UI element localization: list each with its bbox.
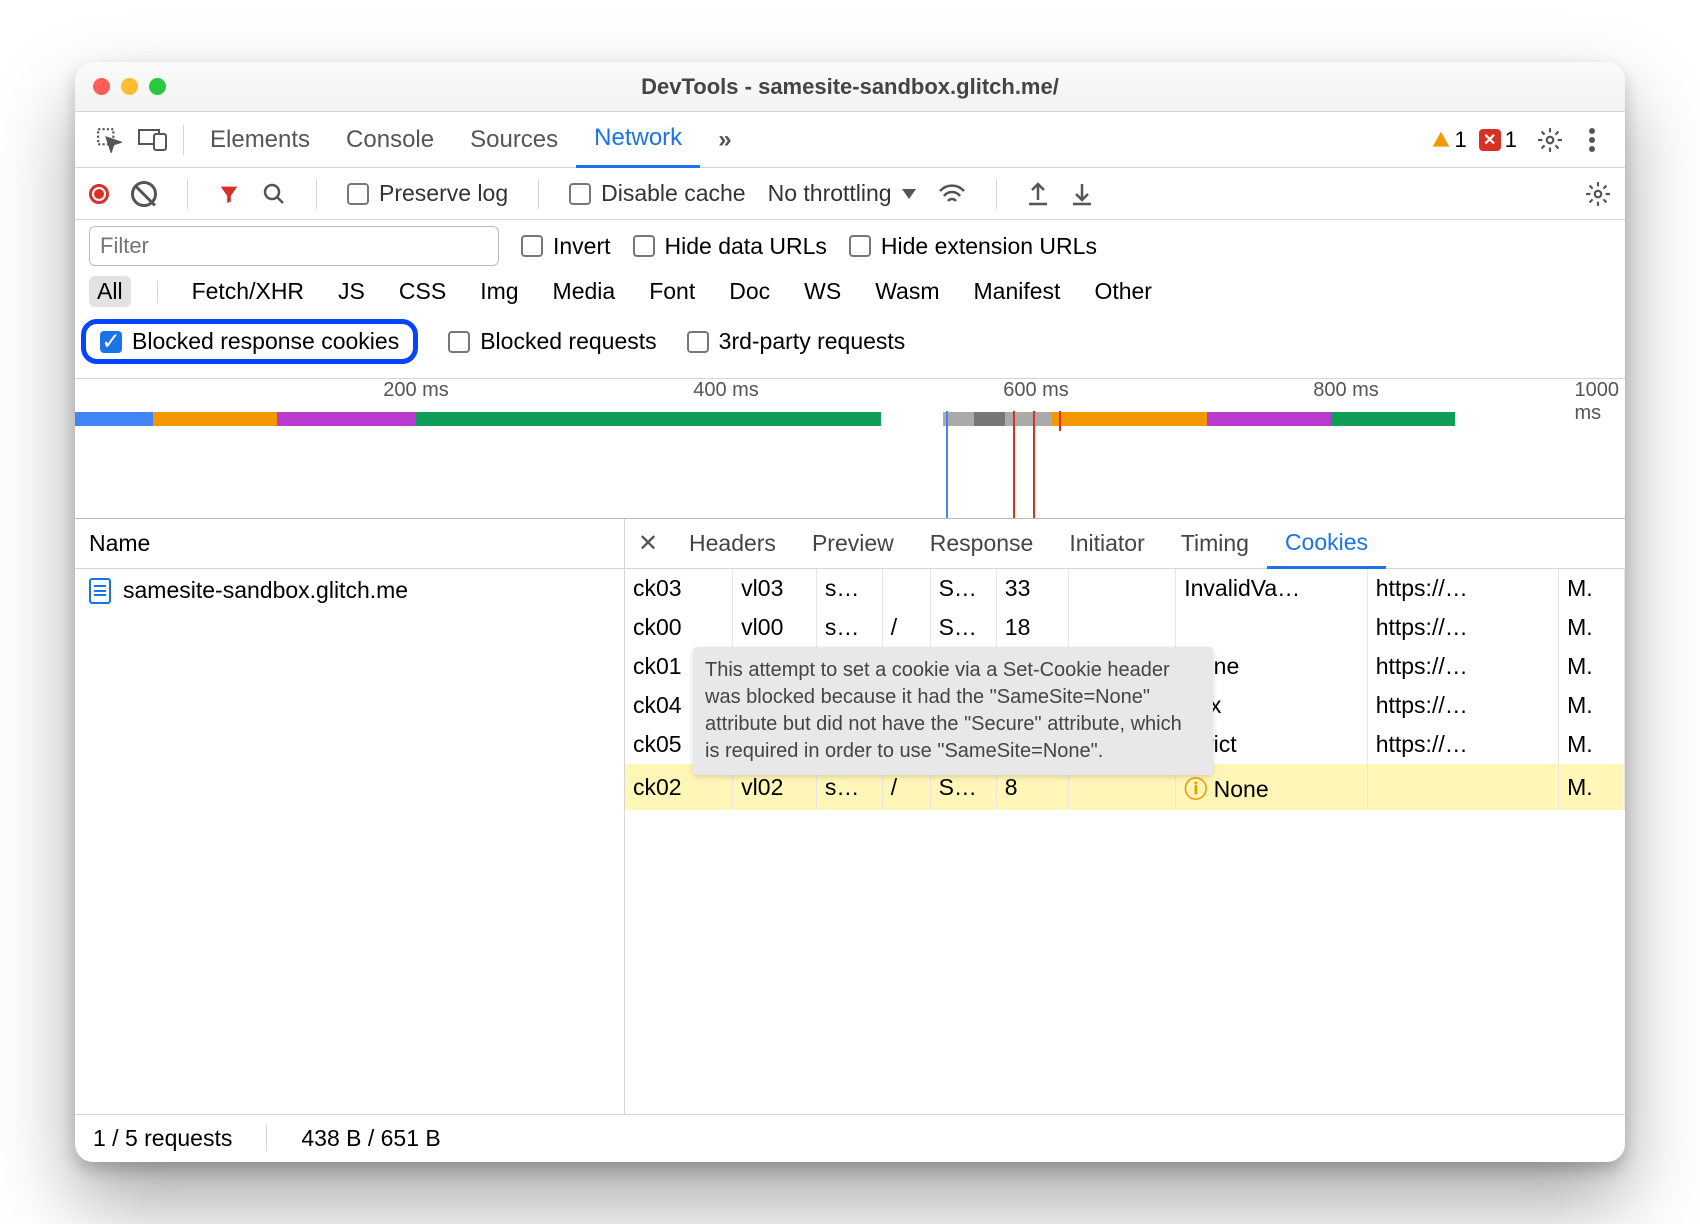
third-party-requests-checkbox[interactable]: 3rd-party requests: [687, 328, 906, 355]
close-details-button[interactable]: ✕: [625, 529, 671, 558]
resource-type-filter: All Fetch/XHR JS CSS Img Media Font Doc …: [75, 272, 1625, 313]
tab-response[interactable]: Response: [912, 519, 1052, 569]
cookie-row[interactable]: ck00vl00s…/S…18https://…M.: [625, 608, 1625, 647]
type-fetchxhr[interactable]: Fetch/XHR: [184, 276, 312, 307]
tick-label: 400 ms: [693, 379, 759, 402]
type-other[interactable]: Other: [1086, 276, 1160, 307]
warnings-count: 1: [1455, 127, 1467, 153]
titlebar: DevTools - samesite-sandbox.glitch.me/: [75, 62, 1625, 112]
request-list[interactable]: samesite-sandbox.glitch.me: [75, 569, 625, 1114]
export-icon[interactable]: [1027, 182, 1049, 206]
hide-extension-urls-checkbox[interactable]: Hide extension URLs: [849, 233, 1097, 260]
tab-timing[interactable]: Timing: [1163, 519, 1267, 569]
kebab-menu-icon[interactable]: [1571, 128, 1613, 152]
throttling-select[interactable]: No throttling: [768, 180, 916, 207]
errors-count: 1: [1505, 127, 1517, 153]
clear-button[interactable]: [131, 181, 157, 207]
tab-console[interactable]: Console: [328, 112, 452, 168]
cookie-row[interactable]: ck03vl03s…S…33InvalidVa…https://…M.: [625, 569, 1625, 608]
request-row[interactable]: samesite-sandbox.glitch.me: [75, 569, 624, 612]
separator: [183, 125, 184, 155]
network-toolbar: Preserve log Disable cache No throttling: [75, 168, 1625, 220]
close-window-dot[interactable]: [93, 78, 110, 95]
devtools-window: DevTools - samesite-sandbox.glitch.me/ E…: [75, 62, 1625, 1162]
request-count: 1 / 5 requests: [93, 1125, 232, 1152]
type-manifest[interactable]: Manifest: [966, 276, 1069, 307]
hide-data-urls-checkbox[interactable]: Hide data URLs: [633, 233, 827, 260]
blocked-requests-checkbox[interactable]: Blocked requests: [448, 328, 656, 355]
tab-network[interactable]: Network: [576, 112, 700, 168]
warning-icon: ⓘ: [1184, 776, 1207, 802]
network-settings-icon[interactable]: [1585, 181, 1611, 207]
blocked-response-cookies-checkbox[interactable]: ✓Blocked response cookies: [81, 319, 418, 364]
type-media[interactable]: Media: [545, 276, 624, 307]
zoom-window-dot[interactable]: [149, 78, 166, 95]
blocked-cookie-tooltip: This attempt to set a cookie via a Set-C…: [693, 647, 1213, 775]
tick-label: 200 ms: [383, 379, 449, 402]
record-button[interactable]: [89, 184, 109, 204]
window-title: DevTools - samesite-sandbox.glitch.me/: [75, 74, 1625, 100]
timeline-bars: [75, 409, 1625, 429]
main-tab-strip: Elements Console Sources Network » 1 ✕ 1: [75, 112, 1625, 168]
disable-cache-checkbox[interactable]: Disable cache: [569, 180, 745, 207]
filter-icon[interactable]: [218, 183, 240, 205]
tab-elements[interactable]: Elements: [192, 112, 328, 168]
network-grid: samesite-sandbox.glitch.me ck03vl03s…S…3…: [75, 569, 1625, 1114]
filter-input[interactable]: [89, 226, 499, 266]
warnings-badge[interactable]: 1: [1431, 127, 1467, 153]
timeline-overview[interactable]: 200 ms 400 ms 600 ms 800 ms 1000 ms: [75, 379, 1625, 519]
tab-preview[interactable]: Preview: [794, 519, 912, 569]
network-conditions-icon[interactable]: [938, 183, 966, 205]
type-js[interactable]: JS: [330, 276, 373, 307]
filter-bar: Invert Hide data URLs Hide extension URL…: [75, 220, 1625, 272]
inspect-icon[interactable]: [87, 127, 131, 153]
cookies-table[interactable]: ck03vl03s…S…33InvalidVa…https://…M.ck00v…: [625, 569, 1625, 1114]
invert-checkbox[interactable]: Invert: [521, 233, 611, 260]
type-wasm[interactable]: Wasm: [867, 276, 947, 307]
errors-badge[interactable]: ✕ 1: [1479, 127, 1517, 153]
request-name: samesite-sandbox.glitch.me: [123, 577, 408, 604]
status-bar: 1 / 5 requests 438 B / 651 B: [75, 1114, 1625, 1162]
name-column-header[interactable]: Name: [75, 519, 625, 568]
tab-headers[interactable]: Headers: [671, 519, 794, 569]
type-ws[interactable]: WS: [796, 276, 849, 307]
window-controls: [75, 78, 166, 95]
tick-label: 600 ms: [1003, 379, 1069, 402]
settings-gear-icon[interactable]: [1529, 127, 1571, 153]
import-icon[interactable]: [1071, 182, 1093, 206]
column-headers: Name ✕ Headers Preview Response Initiato…: [75, 519, 1625, 569]
type-font[interactable]: Font: [641, 276, 703, 307]
transferred-size: 438 B / 651 B: [301, 1125, 440, 1152]
tabs-overflow[interactable]: »: [700, 112, 749, 168]
type-img[interactable]: Img: [472, 276, 526, 307]
device-toggle-icon[interactable]: [131, 129, 175, 151]
tick-label: 800 ms: [1313, 379, 1379, 402]
tab-initiator[interactable]: Initiator: [1051, 519, 1162, 569]
minimize-window-dot[interactable]: [121, 78, 138, 95]
type-all[interactable]: All: [89, 276, 131, 307]
document-icon: [89, 578, 111, 604]
type-css[interactable]: CSS: [391, 276, 454, 307]
extra-filters-row: ✓Blocked response cookies Blocked reques…: [75, 313, 1625, 379]
type-doc[interactable]: Doc: [721, 276, 778, 307]
preserve-log-checkbox[interactable]: Preserve log: [347, 180, 508, 207]
tab-sources[interactable]: Sources: [452, 112, 576, 168]
tab-cookies[interactable]: Cookies: [1267, 519, 1386, 569]
search-icon[interactable]: [262, 182, 286, 206]
